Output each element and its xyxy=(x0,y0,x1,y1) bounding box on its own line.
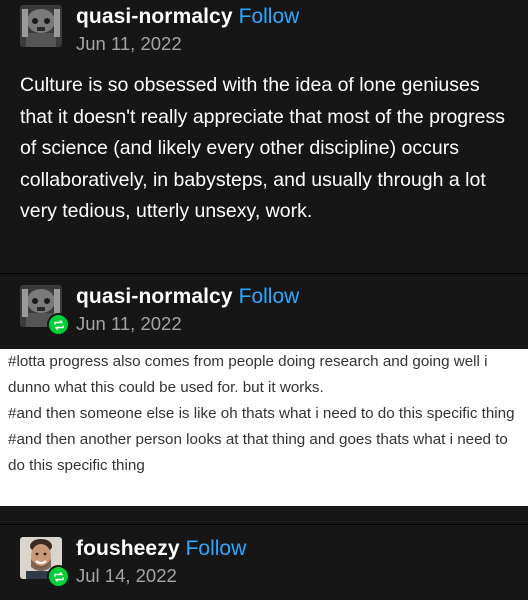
reblog-badge xyxy=(47,565,70,588)
post-header: quasi-normalcy Follow Jun 11, 2022 xyxy=(20,283,510,339)
name-row: fousheezy Follow xyxy=(76,535,246,563)
name-row: quasi-normalcy Follow xyxy=(76,3,299,31)
follow-button[interactable]: Follow xyxy=(186,537,247,560)
post-reblog: quasi-normalcy Follow Jun 11, 2022 #lotta… xyxy=(0,274,528,524)
post-original: quasi-normalcy Follow Jun 11, 2022 Cultur… xyxy=(0,0,528,273)
name-row: quasi-normalcy Follow xyxy=(76,283,299,311)
tag[interactable]: #and then someone else is like oh thats … xyxy=(8,401,520,427)
post-header: quasi-normalcy Follow Jun 11, 2022 xyxy=(20,3,510,59)
reblog-icon xyxy=(53,319,64,330)
username-link[interactable]: fousheezy xyxy=(76,537,180,560)
reblog-badge xyxy=(47,313,70,336)
avatar[interactable] xyxy=(20,5,62,47)
tag[interactable]: #lotta progress also comes from people d… xyxy=(8,349,520,401)
post-date[interactable]: Jun 11, 2022 xyxy=(76,312,182,336)
follow-button[interactable]: Follow xyxy=(239,5,300,28)
username-link[interactable]: quasi-normalcy xyxy=(76,5,233,28)
post-reblog: fousheezy Follow Jul 14, 2022 xyxy=(0,525,528,600)
follow-button[interactable]: Follow xyxy=(239,285,300,308)
avatar-image xyxy=(20,5,62,47)
post-date[interactable]: Jul 14, 2022 xyxy=(76,564,177,588)
post-date[interactable]: Jun 11, 2022 xyxy=(76,32,182,56)
tags-block: #lotta progress also comes from people d… xyxy=(0,349,528,506)
post-header: fousheezy Follow Jul 14, 2022 xyxy=(20,535,510,591)
tag[interactable]: #and then another person looks at that t… xyxy=(8,427,520,479)
username-link[interactable]: quasi-normalcy xyxy=(76,285,233,308)
post-body: Culture is so obsessed with the idea of … xyxy=(20,74,505,222)
reblog-icon xyxy=(53,571,64,582)
